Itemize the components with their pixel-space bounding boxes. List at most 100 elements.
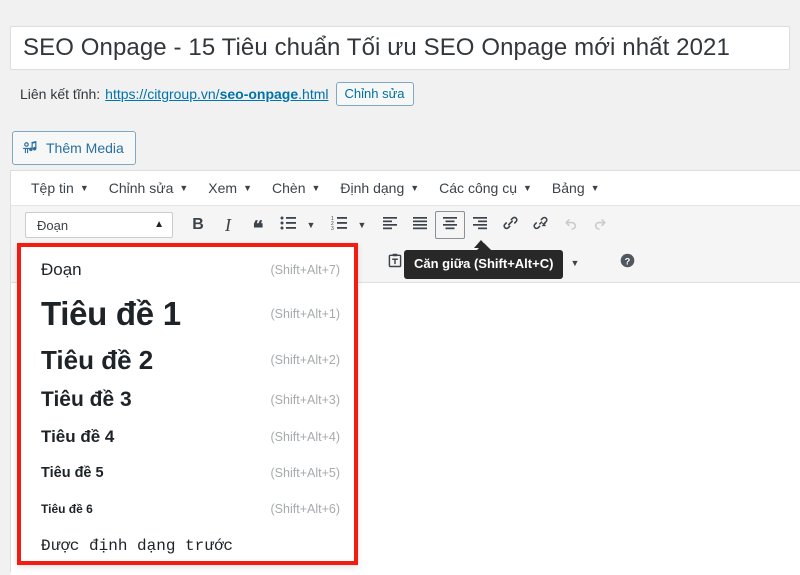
format-option-label: Tiêu đề 1: [41, 294, 181, 332]
format-option-label: Tiêu đề 4: [41, 427, 115, 446]
help-button[interactable]: ?: [612, 249, 642, 277]
menu-item-edit[interactable]: Chỉnh sửa ▼: [99, 175, 199, 202]
align-left-button[interactable]: [375, 211, 405, 239]
numbered-list-icon: 1 2 3: [331, 216, 347, 235]
format-select-value: Đoạn: [37, 217, 69, 233]
paste-as-text-icon: [387, 252, 403, 274]
format-option-label: Tiêu đề 2: [41, 344, 154, 375]
insert-link-button[interactable]: [495, 211, 525, 239]
format-option-label: Tiêu đề 6: [41, 501, 93, 516]
format-dropdown-list: Đoạn (Shift+Alt+7) Tiêu đề 1 (Shift+Alt+…: [21, 247, 354, 561]
media-camera-note-icon: [22, 139, 40, 157]
bold-button[interactable]: B: [183, 211, 213, 239]
format-select[interactable]: Đoạn ▲: [25, 212, 173, 238]
redo-button[interactable]: [585, 211, 615, 239]
menu-item-insert[interactable]: Chèn ▼: [262, 175, 330, 202]
permalink-label: Liên kết tĩnh:: [20, 86, 101, 102]
format-option-shortcut: (Shift+Alt+4): [270, 430, 340, 444]
blockquote-button[interactable]: ❝: [243, 211, 273, 239]
align-justify-icon: [412, 216, 428, 235]
italic-button[interactable]: I: [213, 211, 243, 239]
format-option-shortcut: (Shift+Alt+2): [270, 353, 340, 367]
align-left-icon: [382, 216, 398, 235]
chevron-down-icon: ▼: [590, 183, 600, 193]
format-option-heading-5[interactable]: Tiêu đề 5 (Shift+Alt+5): [21, 455, 354, 491]
menu-item-table-label: Bảng: [551, 179, 585, 196]
format-option-shortcut: (Shift+Alt+1): [270, 306, 340, 321]
format-option-shortcut: (Shift+Alt+6): [270, 501, 340, 516]
menu-item-edit-label: Chỉnh sửa: [108, 179, 174, 196]
format-option-shortcut: (Shift+Alt+5): [270, 466, 340, 480]
format-option-shortcut: (Shift+Alt+3): [270, 393, 340, 407]
format-option-heading-2[interactable]: Tiêu đề 2 (Shift+Alt+2): [21, 339, 354, 381]
post-title-input[interactable]: [11, 34, 789, 62]
align-center-button[interactable]: [435, 211, 465, 239]
menu-item-tools[interactable]: Các công cụ ▼: [429, 175, 542, 202]
chevron-down-icon: ▼: [522, 183, 532, 193]
italic-icon: I: [225, 214, 231, 235]
format-option-label: Đoạn: [41, 259, 82, 279]
menu-item-view-label: Xem: [208, 179, 238, 196]
format-option-heading-1[interactable]: Tiêu đề 1 (Shift+Alt+1): [21, 288, 354, 339]
svg-text:?: ?: [624, 256, 630, 266]
align-center-icon: [442, 216, 458, 235]
chevron-down-icon: ▼: [311, 183, 321, 193]
chevron-down-icon: ▼: [243, 183, 253, 193]
bold-icon: B: [192, 216, 204, 233]
post-title-field[interactable]: [10, 26, 790, 70]
permalink-url-prefix: https://citgroup.vn/: [105, 86, 220, 102]
menu-item-format[interactable]: Định dạng ▼: [330, 175, 429, 202]
tooltip-arrow-icon: [476, 243, 492, 251]
svg-text:3: 3: [331, 226, 334, 230]
format-option-label: Tiêu đề 5: [41, 465, 104, 481]
permalink-row: Liên kết tĩnh: https://citgroup.vn/seo-o…: [20, 80, 414, 108]
table-caret[interactable]: ▼: [567, 249, 583, 277]
unlink-icon: [532, 214, 549, 236]
remove-link-button[interactable]: [525, 211, 555, 239]
format-dropdown-panel: Đoạn (Shift+Alt+7) Tiêu đề 1 (Shift+Alt+…: [17, 243, 358, 565]
align-justify-button[interactable]: [405, 211, 435, 239]
help-icon: ?: [619, 252, 636, 274]
numbered-list-caret[interactable]: ▼: [354, 211, 370, 239]
editor-toolbar-row-1: Đoạn ▲ B I ❝ ▼ 1 2 3 ▼: [11, 206, 800, 244]
numbered-list-button[interactable]: 1 2 3: [324, 211, 354, 239]
editor-menubar: Tệp tin ▼ Chỉnh sửa ▼ Xem ▼ Chèn ▼ Định …: [11, 171, 800, 206]
menu-item-tools-label: Các công cụ: [439, 179, 517, 196]
toolbar-gap-3: [588, 263, 612, 264]
align-center-tooltip-text: Căn giữa (Shift+Alt+C): [414, 256, 554, 271]
chevron-down-icon: ▼: [179, 183, 189, 193]
align-center-tooltip: Căn giữa (Shift+Alt+C): [404, 243, 564, 279]
bullet-list-button[interactable]: [273, 211, 303, 239]
add-media-label: Thêm Media: [46, 140, 124, 156]
undo-button[interactable]: [555, 211, 585, 239]
align-right-button[interactable]: [465, 211, 495, 239]
format-option-preformatted[interactable]: Được định dạng trước: [21, 526, 354, 566]
menu-item-file[interactable]: Tệp tin ▼: [21, 175, 99, 202]
redo-icon: [592, 215, 609, 236]
add-media-button[interactable]: Thêm Media: [12, 131, 136, 165]
chevron-down-icon: ▼: [79, 183, 89, 193]
format-option-heading-3[interactable]: Tiêu đề 3 (Shift+Alt+3): [21, 381, 354, 419]
format-option-heading-6[interactable]: Tiêu đề 6 (Shift+Alt+6): [21, 491, 354, 526]
bullet-list-icon: [280, 216, 296, 235]
chevron-up-icon: ▲: [154, 219, 164, 230]
format-option-label: Được định dạng trước: [41, 537, 234, 555]
chevron-down-icon: ▼: [410, 183, 420, 193]
menu-item-format-label: Định dạng: [340, 179, 405, 196]
format-option-label: Tiêu đề 3: [41, 388, 132, 411]
bullet-list-caret[interactable]: ▼: [303, 211, 319, 239]
permalink-link[interactable]: https://citgroup.vn/seo-onpage.html: [105, 86, 328, 102]
format-option-paragraph[interactable]: Đoạn (Shift+Alt+7): [21, 251, 354, 288]
align-right-icon: [472, 216, 488, 235]
menu-item-file-label: Tệp tin: [31, 179, 74, 196]
permalink-url-suffix: .html: [298, 86, 329, 102]
permalink-edit-button[interactable]: Chỉnh sửa: [335, 81, 414, 107]
menu-item-table[interactable]: Bảng ▼: [542, 175, 610, 202]
permalink-url-slug: seo-onpage: [219, 86, 299, 102]
format-option-heading-4[interactable]: Tiêu đề 4 (Shift+Alt+4): [21, 419, 354, 455]
menu-item-view[interactable]: Xem ▼: [198, 175, 262, 202]
menu-item-insert-label: Chèn: [272, 179, 306, 196]
link-icon: [502, 214, 519, 236]
format-option-shortcut: (Shift+Alt+7): [270, 262, 340, 277]
undo-icon: [562, 215, 579, 236]
